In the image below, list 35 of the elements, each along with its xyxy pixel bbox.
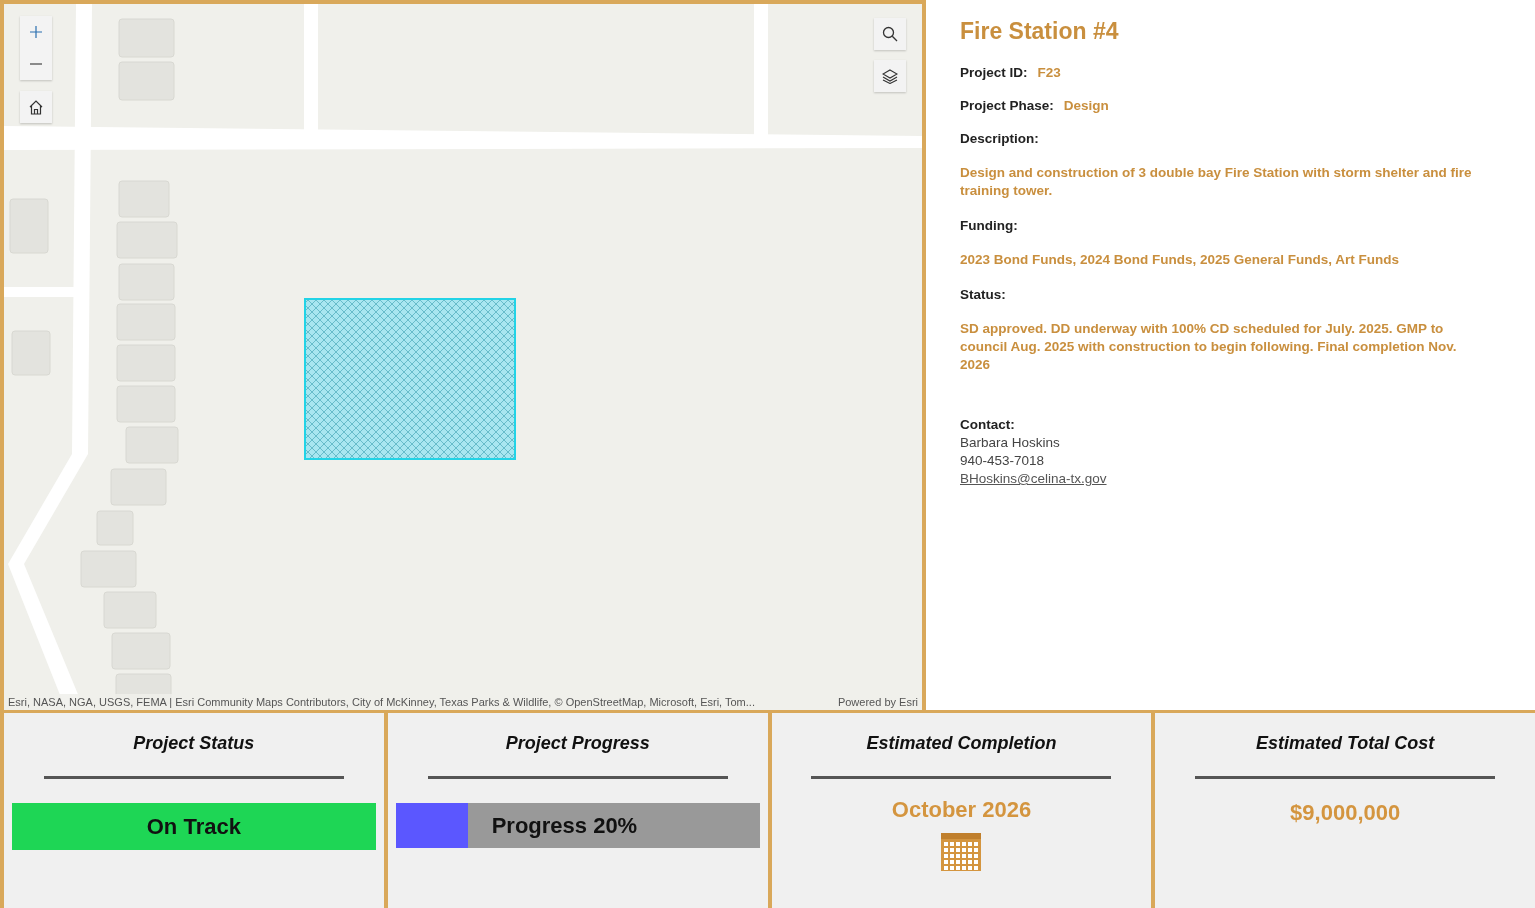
- field-label: Funding:: [960, 218, 1019, 233]
- search-icon: [882, 26, 898, 42]
- field-label: Description:: [960, 131, 1040, 146]
- contact-phone: 940-453-7018: [960, 452, 1046, 470]
- total-cost: $9,000,000: [1290, 800, 1401, 826]
- field-label: Project ID:: [960, 65, 1028, 80]
- contact-name: Barbara Hoskins: [960, 434, 1061, 452]
- completion-date: October 2026: [891, 797, 1032, 823]
- field-value: Design and construction of 3 double bay Fire Station with storm shelter and fire training tower.: [960, 164, 1473, 200]
- powered-by-text: Powered by Esri: [837, 696, 918, 708]
- progress-label: Progress 20%: [491, 813, 638, 839]
- field-value: 2023 Bond Funds, 2024 Bond Funds, 2025 General Funds, Art Funds: [960, 251, 1401, 269]
- plus-icon: [30, 26, 42, 38]
- layers-icon: [882, 68, 898, 84]
- zoom-out-button[interactable]: [20, 48, 52, 80]
- project-title: Fire Station #4: [960, 18, 1120, 45]
- search-button[interactable]: [874, 18, 906, 50]
- home-button[interactable]: [20, 91, 52, 123]
- field-value: F23: [1037, 65, 1061, 80]
- card-title: Estimated Completion: [866, 733, 1057, 754]
- map-attribution: Esri, NASA, NGA, USGS, FEMA | Esri Community Maps Contributors, City of McKinney, Texas Parks & Wildlife, © OpenStreetMap, Microsoft, Esri, Tom...: [8, 696, 755, 708]
- minus-icon: [30, 63, 42, 65]
- field-value: SD approved. DD underway with 100% CD scheduled for July. 2025. GMP to council Aug. 2025 with construction to begin following. Final completion Nov. 2026: [960, 320, 1458, 374]
- field-value: Design: [1063, 98, 1109, 113]
- calendar-icon: [941, 831, 982, 871]
- contact-label: Contact:: [960, 416, 1016, 434]
- email-link[interactable]: BHoskins@celina-tx.gov: [960, 470, 1107, 488]
- card-title: Project Progress: [505, 733, 650, 754]
- layers-button[interactable]: [874, 60, 906, 92]
- card-title: Estimated Total Cost: [1255, 733, 1435, 754]
- home-icon: [29, 99, 43, 115]
- card-title: Project Status: [133, 733, 255, 754]
- field-label: Status:: [960, 287, 1007, 302]
- field-label: Project Phase:: [960, 98, 1054, 113]
- status-indicator: On Track: [12, 803, 376, 850]
